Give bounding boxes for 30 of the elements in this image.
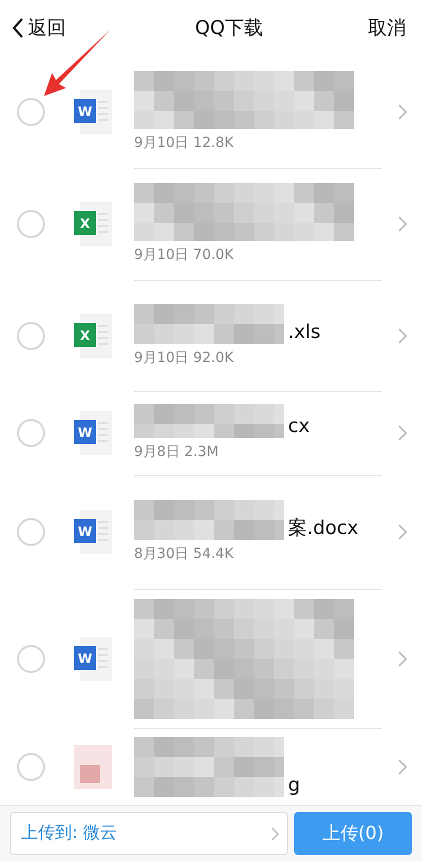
file-meta: 9月8日 2.3M xyxy=(134,443,220,462)
file-meta: 8月30日 54.4K xyxy=(134,545,235,564)
file-meta: 9月10日 92.0K xyxy=(134,348,235,368)
file-meta: 9月10日 12.8K xyxy=(134,134,235,152)
chevron-icon[interactable] xyxy=(398,524,406,540)
file-meta: 9月10日 70.0K xyxy=(134,246,235,265)
cancel-button[interactable]: 取消 xyxy=(368,14,410,42)
file-name: .xls xyxy=(288,320,320,344)
chevron-icon[interactable] xyxy=(398,758,406,774)
chevron-icon[interactable] xyxy=(398,104,406,120)
select-radio[interactable] xyxy=(17,518,45,546)
image-file-icon xyxy=(74,744,112,788)
select-radio[interactable] xyxy=(17,752,45,780)
select-radio[interactable] xyxy=(17,98,45,126)
chevron-icon[interactable] xyxy=(398,216,406,232)
screen-title: QQ下载 xyxy=(195,16,263,41)
chevron-icon[interactable] xyxy=(398,650,406,666)
back-button[interactable]: 返回 xyxy=(12,14,66,42)
select-radio[interactable] xyxy=(17,644,45,672)
select-radio[interactable] xyxy=(17,322,45,350)
select-radio[interactable] xyxy=(17,210,45,238)
select-radio[interactable] xyxy=(17,419,45,447)
back-icon xyxy=(12,17,24,39)
destination-selector[interactable]: 上传到: 微云 xyxy=(10,812,288,855)
file-name: 案.docx xyxy=(288,516,358,540)
chevron-icon[interactable] xyxy=(398,328,406,344)
chevron-icon[interactable] xyxy=(398,425,406,441)
file-name: g xyxy=(288,773,300,797)
chevron-icon xyxy=(271,826,279,840)
file-name: cx xyxy=(288,414,310,438)
